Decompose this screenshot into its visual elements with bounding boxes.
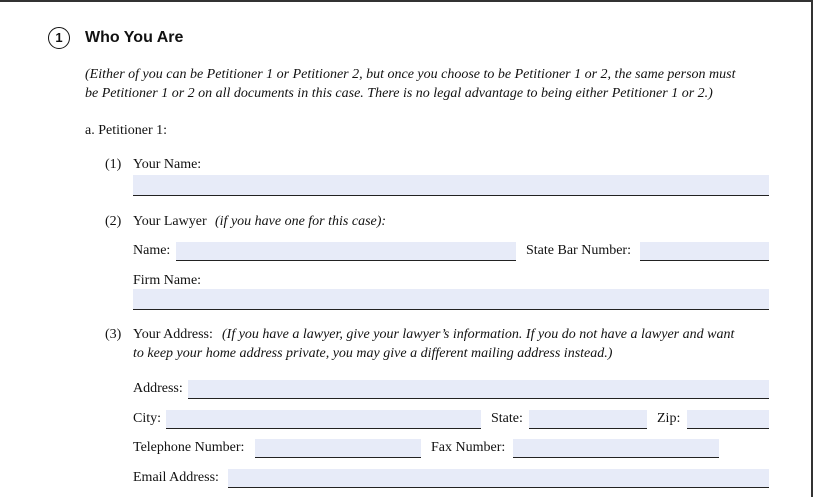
petitioner-label: a. Petitioner 1: [85, 123, 168, 138]
state-bar-number-field[interactable] [640, 242, 769, 261]
firm-name-field[interactable] [133, 289, 769, 310]
zip-label: Zip: [657, 411, 681, 426]
state-label: State: [491, 411, 523, 426]
city-label: City: [133, 411, 162, 426]
state-field[interactable] [529, 410, 647, 429]
city-field[interactable] [166, 410, 481, 429]
email-field[interactable] [228, 469, 769, 488]
your-lawyer-label: Your Lawyer [133, 214, 207, 229]
your-address-note-line-1: (If you have a lawyer, give your lawyer’… [222, 327, 735, 342]
telephone-field[interactable] [255, 439, 421, 458]
email-label: Email Address: [133, 470, 219, 485]
your-name-label: Your Name: [133, 157, 202, 172]
item-number-1: (1) [105, 157, 122, 172]
section-note-line-1: (Either of you can be Petitioner 1 or Pe… [85, 67, 736, 82]
telephone-label: Telephone Number: [133, 440, 245, 455]
lawyer-name-field[interactable] [176, 242, 516, 261]
address-label: Address: [133, 381, 183, 396]
section-number-badge: 1 [48, 27, 70, 49]
state-bar-number-label: State Bar Number: [526, 243, 631, 258]
fax-label: Fax Number: [431, 440, 506, 455]
your-address-label: Your Address: [133, 327, 213, 342]
your-address-note-line-2: to keep your home address private, you m… [133, 346, 613, 361]
lawyer-name-label: Name: [133, 243, 171, 258]
address-field[interactable] [188, 380, 769, 399]
firm-name-label: Firm Name: [133, 273, 202, 288]
section-title: Who You Are [85, 29, 184, 46]
your-lawyer-note: (if you have one for this case): [215, 214, 387, 229]
zip-field[interactable] [687, 410, 769, 429]
fax-field[interactable] [513, 439, 719, 458]
your-name-field[interactable] [133, 175, 769, 196]
item-number-2: (2) [105, 214, 122, 229]
item-number-3: (3) [105, 327, 122, 342]
section-note-line-2: be Petitioner 1 or 2 on all documents in… [85, 86, 713, 101]
